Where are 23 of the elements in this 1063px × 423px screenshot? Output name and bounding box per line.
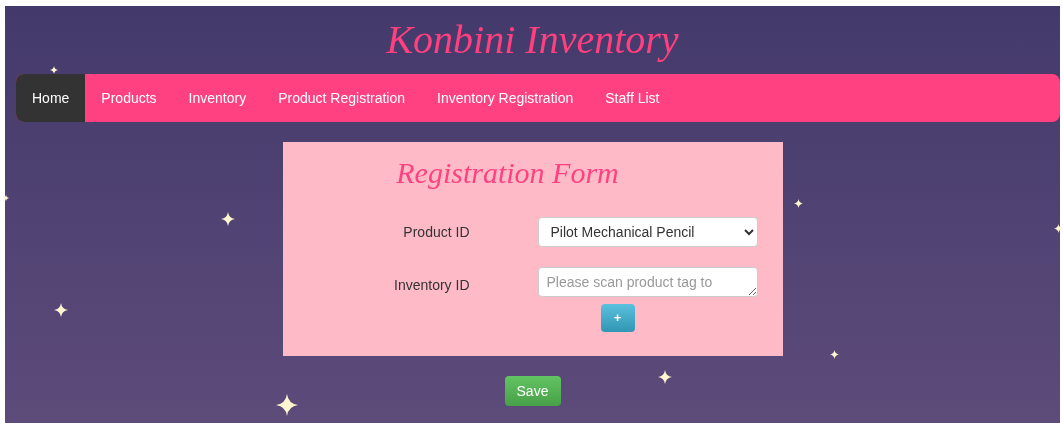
- nav-link[interactable]: Product Registration: [262, 74, 422, 122]
- field-label: Product ID: [402, 222, 470, 242]
- sparkle-icon: [658, 370, 672, 384]
- nav-link[interactable]: Inventory Registration: [421, 74, 590, 122]
- product-select[interactable]: Pilot Mechanical Pencil: [537, 217, 758, 247]
- sparkle-icon: [50, 66, 58, 74]
- nav-link[interactable]: Products: [85, 74, 173, 122]
- sparkle-icon: [829, 349, 839, 359]
- sparkle-icon: [276, 394, 298, 416]
- sparkle-icon: [221, 212, 235, 226]
- nav-link[interactable]: Home: [16, 74, 86, 122]
- add-button[interactable]: +: [600, 304, 635, 332]
- inventory-id-field[interactable]: Please scan product tag to: [537, 267, 758, 297]
- save-button[interactable]: Save: [504, 376, 561, 406]
- site-title: Konbini Inventory: [386, 16, 679, 64]
- nav-link[interactable]: Inventory: [172, 74, 263, 122]
- sparkle-icon: [54, 303, 68, 317]
- nav-link[interactable]: Staff List: [589, 74, 676, 122]
- sparkle-icon: [1053, 223, 1063, 233]
- form-title: Registration Form: [396, 155, 619, 191]
- sparkle-icon: [3, 195, 9, 201]
- sparkle-icon: [793, 198, 803, 208]
- field-label: Inventory ID: [393, 276, 470, 295]
